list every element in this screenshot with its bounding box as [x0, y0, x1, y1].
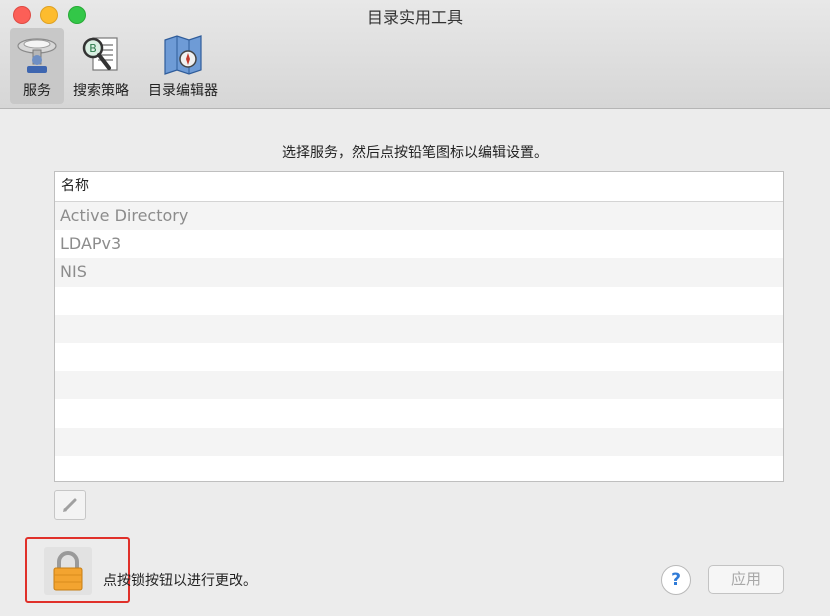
toolbar-search-policy-tab[interactable]: B 搜索策略: [68, 28, 134, 104]
directory-utility-window: 目录实用工具 服务 B 搜索策略 目录编辑器 选择服务，然后点按铅笔图标以编辑设…: [0, 0, 830, 616]
edit-button[interactable]: [54, 490, 86, 520]
empty-row: [55, 286, 783, 315]
directory-editor-icon: [164, 35, 202, 75]
search-policy-icon: B: [82, 37, 118, 71]
toolbar-directory-editor-label: 目录编辑器: [148, 83, 218, 99]
table-row[interactable]: LDAPv3: [55, 230, 783, 259]
toolbar-search-policy-label: 搜索策略: [73, 83, 129, 99]
apply-button[interactable]: 应用: [708, 565, 784, 594]
svg-text:B: B: [89, 42, 97, 55]
table-row[interactable]: NIS: [55, 258, 783, 287]
window-title: 目录实用工具: [366, 8, 463, 27]
empty-row: [55, 371, 783, 400]
services-table-body: Active Directory LDAPv3 NIS: [55, 202, 783, 481]
empty-row: [55, 427, 783, 456]
toolbar-services-label: 服务: [23, 83, 51, 99]
empty-row: [55, 342, 783, 372]
toolbar-services-tab[interactable]: 服务: [10, 28, 64, 104]
empty-row: [55, 399, 783, 428]
lock-instruction-text: 点按锁按钮以进行更改。: [103, 573, 257, 589]
services-table: 名称 Active Directory LDAPv3 NIS: [54, 171, 784, 482]
empty-row: [55, 455, 783, 481]
title-toolbar: 目录实用工具 服务 B 搜索策略 目录编辑器: [0, 0, 830, 109]
toolbar-directory-editor-tab[interactable]: 目录编辑器: [140, 28, 226, 104]
services-icon: [17, 38, 57, 73]
pencil-icon: [63, 498, 77, 512]
table-row[interactable]: Active Directory: [55, 202, 783, 231]
instruction-text: 选择服务，然后点按铅笔图标以编辑设置。: [282, 145, 548, 161]
empty-row: [55, 314, 783, 343]
help-button[interactable]: ?: [661, 565, 691, 595]
column-header-name[interactable]: 名称: [55, 172, 783, 202]
